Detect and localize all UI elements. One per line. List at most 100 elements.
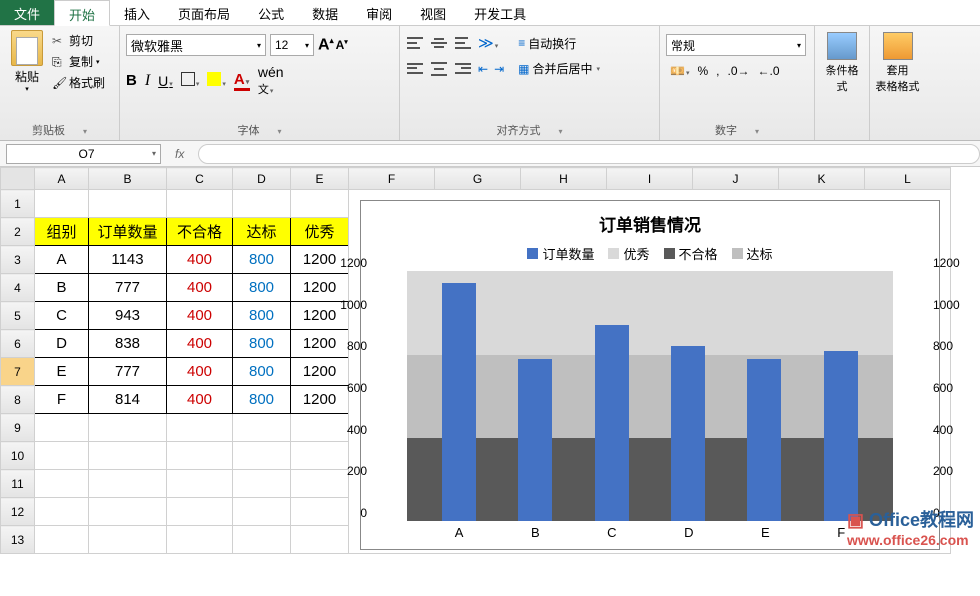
cell[interactable]: 777 xyxy=(89,274,167,302)
cell[interactable]: 400 xyxy=(167,330,233,358)
row-header[interactable]: 13 xyxy=(1,526,35,554)
shrink-font-button[interactable]: A▾ xyxy=(336,38,348,52)
tab-file[interactable]: 文件 xyxy=(0,0,54,25)
col-header[interactable]: G xyxy=(435,168,521,190)
col-header[interactable]: K xyxy=(779,168,865,190)
align-center-button[interactable] xyxy=(430,61,448,77)
align-left-button[interactable] xyxy=(406,61,424,77)
col-header[interactable]: A xyxy=(35,168,89,190)
row-header[interactable]: 4 xyxy=(1,274,35,302)
wrap-text-button[interactable]: ≡自动换行 xyxy=(518,35,576,52)
fx-icon[interactable]: fx xyxy=(175,147,184,161)
phonetic-button[interactable]: wén文 xyxy=(258,64,284,97)
cell[interactable]: 943 xyxy=(89,302,167,330)
row-header[interactable]: 8 xyxy=(1,386,35,414)
paste-button[interactable]: 粘贴 ▾ xyxy=(6,30,48,93)
cond-format-button[interactable]: 条件格式 xyxy=(815,26,870,140)
underline-button[interactable]: U xyxy=(158,73,173,89)
row-header[interactable]: 1 xyxy=(1,190,35,218)
cell[interactable]: 800 xyxy=(233,302,291,330)
cell[interactable]: 800 xyxy=(233,330,291,358)
cell[interactable]: 838 xyxy=(89,330,167,358)
font-name-combo[interactable]: 微软雅黑▾ xyxy=(126,34,266,56)
table-format-button[interactable]: 套用 表格格式 xyxy=(870,26,925,140)
tab-insert[interactable]: 插入 xyxy=(110,0,164,25)
cell[interactable]: 400 xyxy=(167,302,233,330)
cell[interactable]: 777 xyxy=(89,358,167,386)
cell[interactable]: D xyxy=(35,330,89,358)
col-header[interactable]: E xyxy=(291,168,349,190)
cell[interactable]: 400 xyxy=(167,358,233,386)
col-header[interactable]: H xyxy=(521,168,607,190)
cell[interactable]: 800 xyxy=(233,386,291,414)
formula-input[interactable] xyxy=(198,144,980,164)
italic-button[interactable]: I xyxy=(145,72,150,90)
align-bottom-button[interactable] xyxy=(454,35,472,51)
cell[interactable]: 不合格 xyxy=(167,218,233,246)
tab-review[interactable]: 审阅 xyxy=(352,0,406,25)
merge-button[interactable]: ▦合并后居中 xyxy=(518,60,600,77)
tab-data[interactable]: 数据 xyxy=(298,0,352,25)
indent-inc-button[interactable]: ⇥ xyxy=(494,62,504,76)
copy-button[interactable]: ⎘复制▾ xyxy=(52,51,105,72)
cell[interactable]: 1143 xyxy=(89,246,167,274)
row-header[interactable]: 11 xyxy=(1,470,35,498)
cell[interactable]: 组别 xyxy=(35,218,89,246)
cell[interactable]: B xyxy=(35,274,89,302)
cell[interactable]: F xyxy=(35,386,89,414)
name-box[interactable]: O7 xyxy=(6,144,161,164)
fill-color-button[interactable] xyxy=(207,72,226,89)
currency-button[interactable]: 💴 xyxy=(670,64,689,78)
cell[interactable]: 1200 xyxy=(291,358,349,386)
cell[interactable]: 1200 xyxy=(291,330,349,358)
row-header[interactable]: 9 xyxy=(1,414,35,442)
tab-layout[interactable]: 页面布局 xyxy=(164,0,244,25)
tab-home[interactable]: 开始 xyxy=(54,0,110,26)
bold-button[interactable]: B xyxy=(126,72,137,89)
tab-dev[interactable]: 开发工具 xyxy=(460,0,540,25)
cell[interactable]: A xyxy=(35,246,89,274)
row-header[interactable]: 7 xyxy=(1,358,35,386)
cell[interactable]: 400 xyxy=(167,246,233,274)
cell[interactable]: 优秀 xyxy=(291,218,349,246)
align-top-button[interactable] xyxy=(406,35,424,51)
cell[interactable]: 800 xyxy=(233,358,291,386)
row-header[interactable]: 12 xyxy=(1,498,35,526)
cell[interactable]: 814 xyxy=(89,386,167,414)
inc-decimal-button[interactable]: .0→ xyxy=(727,64,749,78)
align-middle-button[interactable] xyxy=(430,35,448,51)
col-header[interactable]: L xyxy=(865,168,951,190)
cell[interactable]: 1200 xyxy=(291,386,349,414)
cut-button[interactable]: ✂剪切 xyxy=(52,30,105,51)
tab-formula[interactable]: 公式 xyxy=(244,0,298,25)
worksheet-grid[interactable]: A B C D E F G H I J K L 1 2 组别 订单数量 不合格 … xyxy=(0,167,980,554)
cell[interactable]: 800 xyxy=(233,246,291,274)
chart-object[interactable]: 订单销售情况 订单数量 优秀 不合格 达标 020040060080010001… xyxy=(360,200,940,550)
row-header[interactable]: 10 xyxy=(1,442,35,470)
indent-dec-button[interactable]: ⇤ xyxy=(478,62,488,76)
row-header[interactable]: 3 xyxy=(1,246,35,274)
painter-button[interactable]: 🖌格式刷 xyxy=(52,72,105,93)
col-header[interactable]: J xyxy=(693,168,779,190)
comma-button[interactable]: , xyxy=(716,64,719,78)
cell[interactable]: E xyxy=(35,358,89,386)
align-right-button[interactable] xyxy=(454,61,472,77)
tab-view[interactable]: 视图 xyxy=(406,0,460,25)
border-button[interactable] xyxy=(181,72,200,89)
select-all-corner[interactable] xyxy=(1,168,35,190)
cell[interactable]: 订单数量 xyxy=(89,218,167,246)
dec-decimal-button[interactable]: ←.0 xyxy=(758,64,780,78)
cell[interactable]: C xyxy=(35,302,89,330)
font-color-button[interactable]: A xyxy=(234,71,250,91)
orientation-button[interactable]: ≫ xyxy=(478,34,498,52)
grow-font-button[interactable]: A▴ xyxy=(318,36,334,54)
row-header[interactable]: 6 xyxy=(1,330,35,358)
number-format-combo[interactable]: 常规▾ xyxy=(666,34,806,56)
cell[interactable]: 400 xyxy=(167,386,233,414)
col-header[interactable]: B xyxy=(89,168,167,190)
font-size-combo[interactable]: 12▾ xyxy=(270,34,314,56)
row-header[interactable]: 2 xyxy=(1,218,35,246)
cell[interactable]: 400 xyxy=(167,274,233,302)
cell[interactable]: 800 xyxy=(233,274,291,302)
row-header[interactable]: 5 xyxy=(1,302,35,330)
